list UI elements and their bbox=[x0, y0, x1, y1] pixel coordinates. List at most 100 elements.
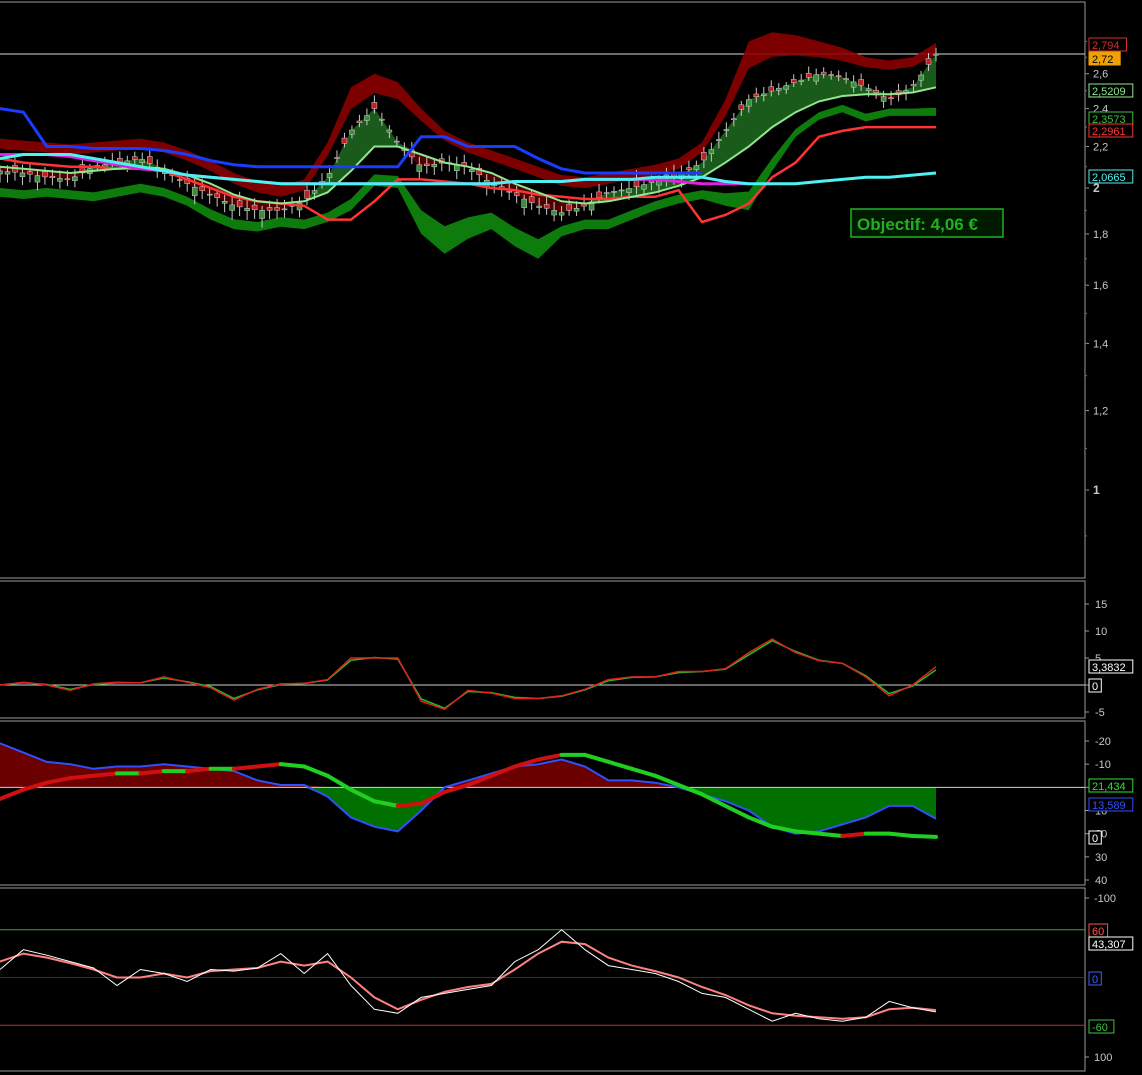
momentum-tick-label: -5 bbox=[1095, 707, 1105, 719]
candle-body bbox=[603, 192, 610, 194]
candle-body bbox=[147, 156, 153, 164]
objectif-box: Objectif: 4,06 € bbox=[850, 208, 1004, 238]
candle-body bbox=[708, 149, 715, 154]
candle-body bbox=[873, 89, 879, 93]
candle-body bbox=[783, 85, 789, 90]
candle-body bbox=[132, 156, 138, 160]
candle-body bbox=[746, 99, 752, 107]
macd-zero-tag: 0 bbox=[1088, 830, 1102, 845]
rsi-upper-level-tag-text: 60 bbox=[1092, 926, 1104, 938]
candle-body bbox=[761, 93, 767, 96]
macd-tick-label: 30 bbox=[1095, 852, 1107, 864]
candle-body bbox=[716, 139, 722, 141]
candle-body bbox=[910, 84, 917, 87]
candle-body bbox=[199, 186, 205, 191]
macd-signal-tag-text: 21,434 bbox=[1092, 781, 1126, 793]
candle-body bbox=[0, 170, 3, 175]
candle-body bbox=[566, 203, 572, 211]
candle-body bbox=[506, 190, 512, 193]
momentum-tick-label: 15 bbox=[1095, 599, 1107, 611]
macd-signal-tag: 21,434 bbox=[1088, 778, 1134, 793]
candle-body bbox=[27, 171, 33, 175]
candle-body bbox=[259, 210, 265, 219]
macd-signal-segment bbox=[840, 831, 868, 838]
candle-body bbox=[528, 196, 535, 203]
red-ma-tag-text: 2,2961 bbox=[1092, 126, 1126, 138]
red-ma-tag: 2,2961 bbox=[1088, 123, 1134, 138]
candle-body bbox=[266, 207, 273, 211]
candle-body bbox=[274, 207, 280, 211]
macd-signal-segment bbox=[887, 831, 915, 838]
candle-body bbox=[701, 152, 707, 161]
macd-signal-segment bbox=[255, 762, 283, 769]
candle-body bbox=[72, 176, 78, 181]
candle-body bbox=[626, 188, 632, 193]
momentum-tick-label: 10 bbox=[1095, 626, 1107, 638]
candle-body bbox=[379, 118, 385, 121]
candle-body bbox=[618, 189, 625, 192]
candle-body bbox=[790, 79, 797, 84]
candle-body bbox=[416, 164, 423, 172]
candle-body bbox=[349, 129, 355, 135]
candle-body bbox=[244, 208, 250, 211]
candle-body bbox=[304, 189, 310, 199]
candle-body bbox=[933, 53, 939, 56]
rsi-lower-level-tag: -60 bbox=[1088, 1019, 1115, 1034]
candle-body bbox=[858, 79, 864, 86]
candle-body bbox=[888, 97, 894, 100]
trading-chart[interactable]: Objectif: 4,06 € 2,62,42,221,81,61,41,21… bbox=[0, 0, 1142, 1075]
macd-tick-label: 40 bbox=[1095, 875, 1107, 887]
candle-body bbox=[648, 180, 655, 183]
candle-body bbox=[798, 79, 804, 82]
candle-body bbox=[334, 157, 340, 159]
candle-body bbox=[521, 198, 527, 208]
candle-body bbox=[850, 81, 857, 88]
candle-body bbox=[543, 204, 550, 209]
candle-body bbox=[723, 129, 730, 131]
macd-zero-tag-text: 0 bbox=[1092, 833, 1098, 845]
candle-body bbox=[686, 167, 692, 170]
macd-signal-segment bbox=[910, 833, 938, 839]
price-tick-label: 1,4 bbox=[1093, 338, 1108, 350]
candle-body bbox=[693, 165, 700, 170]
candle-body bbox=[880, 96, 887, 102]
price-tick-label: 1,8 bbox=[1093, 229, 1108, 241]
macd-tick-label: -10 bbox=[1095, 759, 1111, 771]
candle-body bbox=[34, 175, 41, 183]
cyan-ma-tag: 2,0665 bbox=[1088, 169, 1134, 184]
fast-ma-tag: 2,5209 bbox=[1088, 83, 1134, 98]
rsi-value-tag: 43,307 bbox=[1088, 936, 1134, 951]
upper-band-tag-text: 2,794 bbox=[1092, 40, 1120, 52]
macd-signal-segment bbox=[138, 769, 166, 776]
candle-body bbox=[19, 172, 26, 178]
candle-body bbox=[431, 164, 438, 168]
candle-body bbox=[536, 205, 542, 208]
candle-body bbox=[49, 175, 56, 179]
candle-body bbox=[641, 184, 647, 190]
price-tick-label: 1 bbox=[1093, 483, 1100, 497]
candle-body bbox=[513, 192, 520, 196]
price-tick-label: 1,6 bbox=[1093, 280, 1108, 292]
candle-body bbox=[558, 212, 565, 216]
macd-line-tag: 13,589 bbox=[1088, 797, 1134, 812]
rsi-lower-level-tag-text: -60 bbox=[1092, 1022, 1108, 1034]
rsi-mid-level-tag: 0 bbox=[1088, 971, 1102, 986]
candle-body bbox=[191, 186, 198, 197]
macd-tick-label: -20 bbox=[1095, 736, 1111, 748]
upper-band-tag: 2,794 bbox=[1088, 37, 1127, 52]
candle-body bbox=[64, 178, 71, 181]
candle-body bbox=[42, 171, 48, 178]
candle-body bbox=[865, 88, 872, 92]
price-tick-label: 2,2 bbox=[1093, 141, 1108, 153]
candle-body bbox=[236, 200, 243, 208]
candle-body bbox=[611, 191, 617, 193]
price-tick-label: 1,2 bbox=[1093, 406, 1108, 418]
candle-body bbox=[386, 129, 393, 133]
candle-body bbox=[843, 78, 849, 80]
rsi-upper-level-tag: 60 bbox=[1088, 923, 1109, 938]
candle-body bbox=[835, 75, 842, 77]
candle-body bbox=[805, 72, 812, 78]
candle-body bbox=[364, 115, 370, 121]
candle-body bbox=[596, 191, 602, 198]
candle-body bbox=[424, 163, 430, 166]
